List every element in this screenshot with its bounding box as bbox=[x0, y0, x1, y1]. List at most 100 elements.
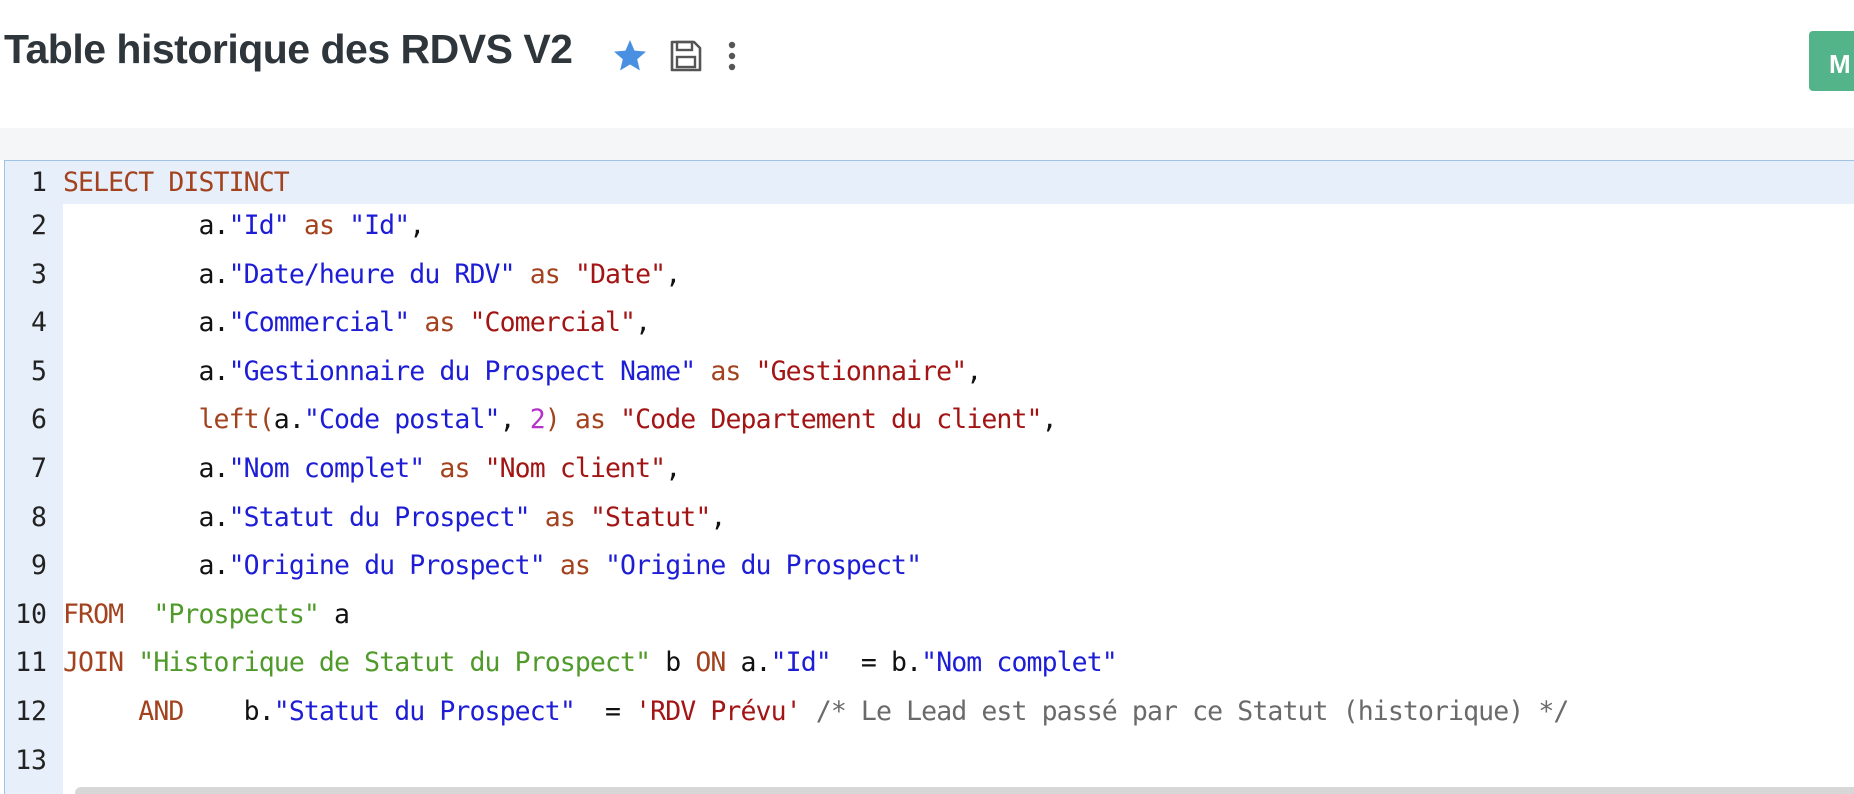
line-number: 11 bbox=[15, 647, 47, 679]
code-text[interactable]: a."Id" as "Id", bbox=[63, 204, 425, 247]
code-token: , bbox=[409, 210, 425, 241]
line-number: 12 bbox=[15, 695, 47, 727]
code-token: a. bbox=[63, 210, 229, 241]
code-token: "Id" bbox=[349, 210, 410, 241]
code-token: "Statut du Prospect" bbox=[228, 501, 531, 533]
code-token: "Id" bbox=[770, 647, 832, 679]
code-text[interactable]: a."Commercial" as "Comercial", bbox=[63, 301, 651, 344]
code-token: a. bbox=[63, 452, 229, 484]
code-text[interactable]: SELECT DISTINCT bbox=[63, 161, 290, 204]
code-token: FROM bbox=[63, 598, 124, 630]
code-text[interactable]: JOIN "Historique de Statut du Prospect" … bbox=[63, 641, 1118, 684]
line-number: 8 bbox=[31, 501, 47, 533]
code-text[interactable]: AND b."Statut du Prospect" = 'RDV Prévu'… bbox=[63, 690, 1569, 733]
code-token: "Origine du Prospect" bbox=[605, 550, 922, 582]
page-header: Table historique des RDVS V2 M bbox=[0, 0, 1854, 128]
code-line[interactable]: 9 a."Origine du Prospect" as "Origine du… bbox=[5, 544, 1854, 593]
code-line[interactable]: 3 a."Date/heure du RDV" as "Date", bbox=[5, 253, 1854, 302]
code-token: "Gestionnaire du Prospect Name" bbox=[228, 355, 697, 387]
code-token: , bbox=[665, 258, 681, 290]
code-token: b bbox=[650, 647, 696, 679]
code-text[interactable]: a."Statut du Prospect" as "Statut", bbox=[63, 496, 726, 539]
code-token: JOIN bbox=[63, 647, 124, 679]
code-token: "Comercial" bbox=[469, 307, 637, 339]
code-line[interactable]: 12 AND b."Statut du Prospect" = 'RDV Pré… bbox=[5, 690, 1854, 739]
code-token: "Date" bbox=[574, 258, 666, 290]
code-token: "Origine du Prospect" bbox=[228, 550, 546, 582]
vertical-ellipsis-icon[interactable] bbox=[712, 36, 752, 76]
code-text[interactable]: a."Gestionnaire du Prospect Name" as "Ge… bbox=[63, 350, 982, 393]
code-token: ON bbox=[695, 647, 726, 679]
code-token: as bbox=[559, 550, 591, 582]
floppy-disk-icon[interactable] bbox=[666, 36, 706, 76]
star-icon[interactable] bbox=[610, 36, 650, 76]
code-token: a. bbox=[273, 404, 305, 436]
code-token: ) bbox=[544, 404, 561, 436]
code-token: , bbox=[499, 404, 530, 436]
code-token: "Gestionnaire" bbox=[755, 355, 968, 387]
code-token: = b. bbox=[830, 647, 922, 679]
code-token: "Id" bbox=[228, 210, 290, 241]
code-token: AND bbox=[138, 695, 184, 727]
line-number: 3 bbox=[31, 258, 47, 290]
line-number: 13 bbox=[15, 744, 47, 776]
code-line[interactable]: 11 JOIN "Historique de Statut du Prospect… bbox=[5, 641, 1854, 690]
code-line[interactable]: 5 a."Gestionnaire du Prospect Name" as "… bbox=[5, 350, 1854, 399]
code-token: SELECT DISTINCT bbox=[63, 167, 290, 198]
code-token: as bbox=[529, 258, 561, 290]
code-line[interactable]: 8 a."Statut du Prospect" as "Statut", bbox=[5, 496, 1854, 545]
code-text[interactable]: a."Origine du Prospect" as "Origine du P… bbox=[63, 544, 922, 587]
code-token: as bbox=[710, 355, 741, 387]
code-token: left( bbox=[198, 404, 275, 436]
code-token: a. bbox=[63, 501, 229, 533]
code-lines[interactable]: 1 SELECT DISTINCT 2 a."Id" as "Id", 3 a."Da… bbox=[5, 161, 1854, 787]
code-token: as bbox=[544, 501, 576, 533]
code-text[interactable]: left(a."Code postal", 2) as "Code Depart… bbox=[63, 398, 1058, 441]
primary-action-button[interactable]: M bbox=[1809, 31, 1854, 91]
code-token: a. bbox=[63, 550, 229, 582]
line-number: 1 bbox=[31, 167, 47, 198]
code-line[interactable]: 13 bbox=[5, 739, 1854, 788]
code-token: 'RDV Prévu' bbox=[635, 695, 802, 727]
code-line[interactable]: 4 a."Commercial" as "Comercial", bbox=[5, 301, 1854, 350]
code-token: "Nom complet" bbox=[228, 452, 426, 484]
code-token: a. bbox=[63, 355, 229, 387]
code-token: as bbox=[303, 210, 335, 241]
code-token: "Prospects" bbox=[153, 598, 320, 630]
code-token: b. bbox=[183, 695, 275, 727]
code-line[interactable]: 10 FROM "Prospects" a bbox=[5, 593, 1854, 642]
code-line[interactable]: 1 SELECT DISTINCT bbox=[5, 161, 1854, 204]
sql-editor[interactable]: 1 SELECT DISTINCT 2 a."Id" as "Id", 3 a."Da… bbox=[4, 160, 1854, 794]
code-token: "Nom client" bbox=[484, 452, 667, 484]
code-line[interactable]: 2 a."Id" as "Id", bbox=[5, 204, 1854, 253]
code-text[interactable]: FROM "Prospects" a bbox=[63, 593, 350, 636]
code-line[interactable]: 6 left(a."Code postal", 2) as "Code Depa… bbox=[5, 398, 1854, 447]
toolbar-band bbox=[0, 128, 1854, 160]
code-token: "Date/heure du RDV" bbox=[228, 258, 516, 290]
code-token: "Statut" bbox=[589, 501, 711, 533]
code-line[interactable]: 7 a."Nom complet" as "Nom client", bbox=[5, 447, 1854, 496]
code-token: a. bbox=[725, 647, 771, 679]
code-token: 2 bbox=[529, 404, 546, 436]
code-token: "Historique de Statut du Prospect" bbox=[138, 647, 651, 679]
line-number: 2 bbox=[31, 210, 47, 241]
code-text[interactable]: a."Date/heure du RDV" as "Date", bbox=[63, 253, 681, 296]
code-token: , bbox=[966, 355, 982, 387]
horizontal-scrollbar[interactable] bbox=[75, 787, 1854, 794]
code-text[interactable]: a."Nom complet" as "Nom client", bbox=[63, 447, 681, 490]
code-token: , bbox=[710, 501, 726, 533]
